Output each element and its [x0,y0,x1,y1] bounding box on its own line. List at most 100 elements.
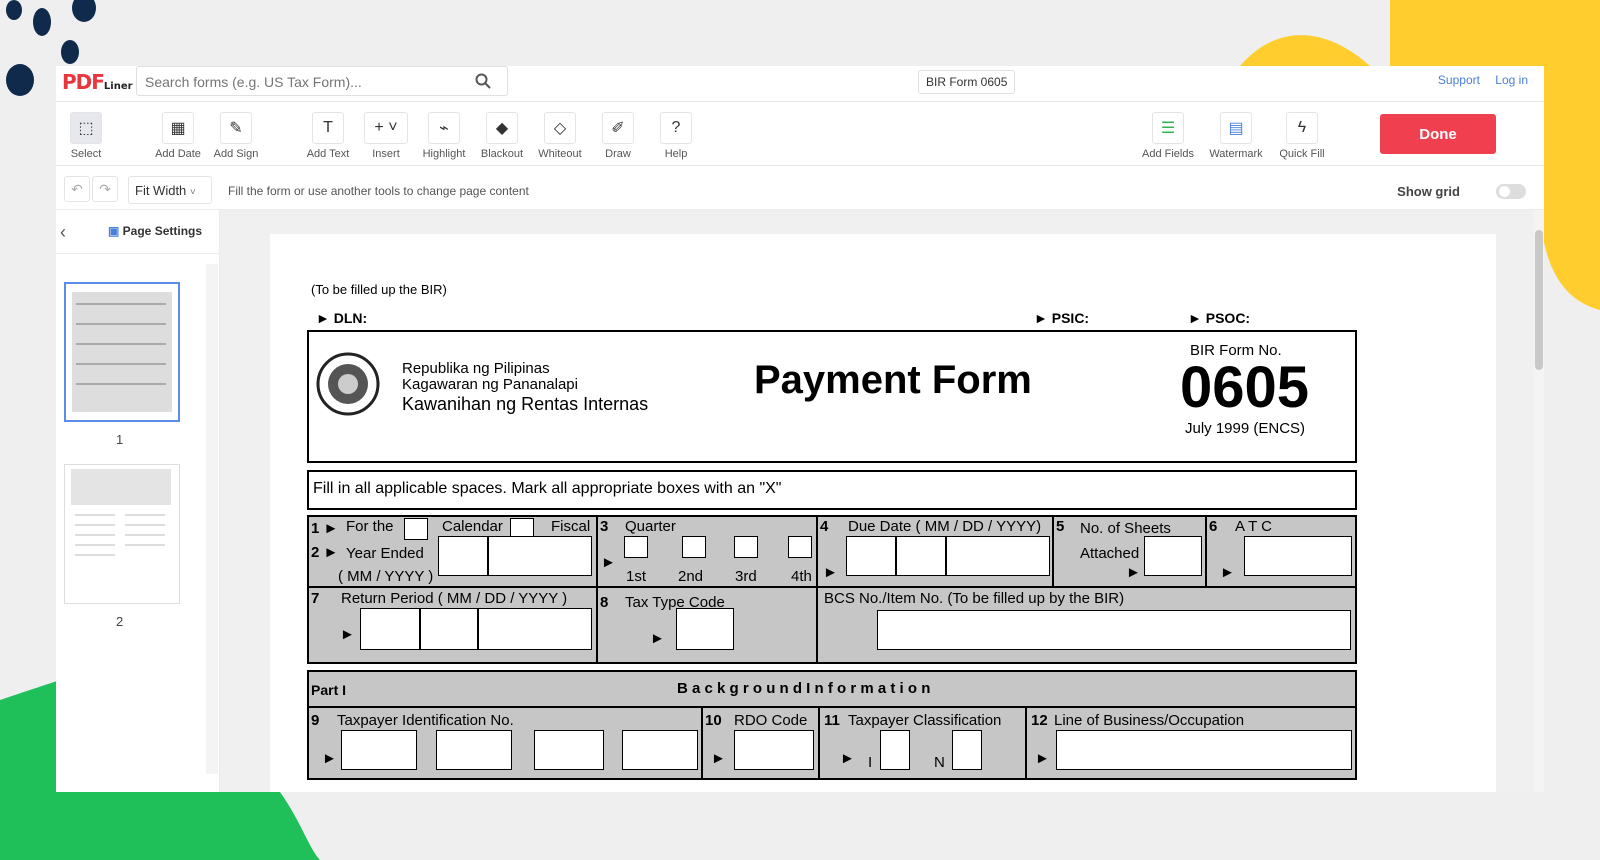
quarter-1-checkbox[interactable] [624,536,648,558]
watermark-tool[interactable]: ▤ Watermark [1206,112,1266,160]
item-5-label: No. of Sheets [1080,520,1171,537]
item-9-label: Taxpayer Identification No. [337,712,514,729]
hint-text: Fill the form or use another tools to ch… [228,184,529,198]
part-1-title: B a c k g r o u n d I n f o r m a t i o … [677,680,931,697]
page-thumbnail-1[interactable] [64,282,180,422]
add-sign-tool[interactable]: ✎ Add Sign [206,112,266,160]
document-page[interactable]: (To be filled up the BIR) ► DLN: ► PSIC:… [270,234,1496,792]
item-3-number: 3 [600,518,609,535]
editor-window: PDFLiner BIR Form 0605 Support Log in ⬚S… [56,66,1544,792]
show-grid-label: Show grid [1397,184,1460,199]
item-4-number: 4 [820,518,829,535]
quarter-3-label: 3rd [735,568,757,585]
done-button[interactable]: Done [1380,114,1496,154]
atc-field[interactable] [1244,536,1352,576]
canvas-scrollbar[interactable] [1534,210,1544,792]
pen-icon: ✎ [220,112,252,144]
bcs-label: BCS No./Item No. (To be filled up by the… [824,590,1125,607]
return-period-year-field[interactable] [478,608,592,650]
document-title: BIR Form 0605 [918,70,1016,94]
highlight-tool[interactable]: ⌁ Highlight [414,112,474,160]
tax-type-code-field[interactable] [676,608,734,650]
show-grid-toggle[interactable] [1496,184,1526,199]
quick-fill-tool[interactable]: ϟ Quick Fill [1272,112,1332,160]
arrow-icon: ► [711,750,726,767]
tin-field-4[interactable] [622,730,698,770]
zoom-select[interactable]: Fit Width ˅ [128,176,212,204]
page-number-2: 2 [116,614,124,629]
class-n-checkbox[interactable] [952,730,982,770]
sheets-attached-field[interactable] [1144,536,1202,576]
watermark-icon: ▤ [1220,112,1252,144]
calendar-checkbox[interactable] [404,518,428,540]
quarter-2-label: 2nd [678,568,704,585]
due-date-day-field[interactable] [896,536,946,576]
agency-line-1: Republika ng Pilipinas [402,360,550,377]
arrow-icon: ► [823,564,838,581]
fiscal-label: Fiscal [551,518,591,535]
bcs-field[interactable] [877,610,1351,650]
item-4-label: Due Date ( MM / DD / YYYY) [848,518,1042,535]
item-9-number: 9 [311,712,320,729]
thumbnail-preview [71,469,171,556]
return-period-month-field[interactable] [360,608,420,650]
search-box [136,66,508,96]
tin-field-1[interactable] [341,730,417,770]
cursor-icon: ⬚ [70,112,102,144]
sidebar-scrollbar[interactable] [206,264,218,774]
class-i-checkbox[interactable] [880,730,910,770]
page-number-1: 1 [116,432,124,447]
undo-icon[interactable]: ↶ [64,176,90,202]
document-canvas: (To be filled up the BIR) ► DLN: ► PSIC:… [220,210,1544,792]
year-ended-month-field[interactable] [438,536,488,576]
item-11-number: 11 [824,712,840,729]
help-tool[interactable]: ? Help [646,112,706,160]
tin-field-3[interactable] [534,730,604,770]
form-title: Payment Form [754,358,1032,402]
quarter-3-checkbox[interactable] [734,536,758,558]
add-date-tool[interactable]: ▦ Add Date [148,112,208,160]
arrow-icon: ► [601,554,616,571]
item-2-label: Year Ended [346,545,424,562]
arrow-icon: ► [340,626,355,643]
quarter-2-checkbox[interactable] [682,536,706,558]
lightning-icon: ϟ [1286,112,1318,144]
add-text-tool[interactable]: T Add Text [298,112,358,160]
insert-tool[interactable]: + ˅ Insert [356,112,416,160]
arrow-icon: ► [650,630,665,647]
redo-icon[interactable]: ↷ [92,176,118,202]
blackout-tool[interactable]: ◆ Blackout [472,112,532,160]
item-10-number: 10 [705,712,722,729]
item-5-label-2: Attached [1080,545,1140,562]
page-thumbnail-2[interactable] [64,464,180,604]
return-period-day-field[interactable] [420,608,478,650]
rdo-code-field[interactable] [734,730,814,770]
select-tool[interactable]: ⬚ Select [56,112,116,160]
whiteout-tool[interactable]: ◇ Whiteout [530,112,590,160]
search-icon[interactable] [475,73,491,89]
toolbar: ⬚ Select ▦ Add Date ✎ Add Sign T Add Text + … [56,102,1544,166]
login-link[interactable]: Log in [1495,73,1528,87]
support-link[interactable]: Support [1438,73,1480,87]
year-ended-year-field[interactable] [488,536,592,576]
draw-tool[interactable]: ✐ Draw [588,112,648,160]
pdfliner-logo[interactable]: PDFLiner [62,70,133,94]
thumbnail-preview [72,292,172,412]
quarter-1-label: 1st [626,568,647,585]
add-fields-tool[interactable]: ☰ Add Fields [1138,112,1198,160]
quarter-4-checkbox[interactable] [788,536,812,558]
bir-seal-icon [316,352,380,416]
search-input[interactable] [145,72,465,92]
due-date-month-field[interactable] [846,536,896,576]
tin-field-2[interactable] [436,730,512,770]
dln-label: ► DLN: [316,310,368,326]
sub-toolbar: ↶ ↷ Fit Width ˅ Fill the form or use ano… [56,166,1544,210]
collapse-sidebar-icon[interactable]: ‹ [60,222,66,243]
page-settings-button[interactable]: ▣ Page Settings [108,224,202,238]
item-7-label: Return Period ( MM / DD / YYYY ) [341,590,568,607]
item-2-format: ( MM / YYYY ) [338,568,434,585]
item-12-number: 12 [1031,712,1048,729]
form-version: July 1999 (ENCS) [1185,420,1306,437]
due-date-year-field[interactable] [946,536,1050,576]
line-of-business-field[interactable] [1056,730,1352,770]
